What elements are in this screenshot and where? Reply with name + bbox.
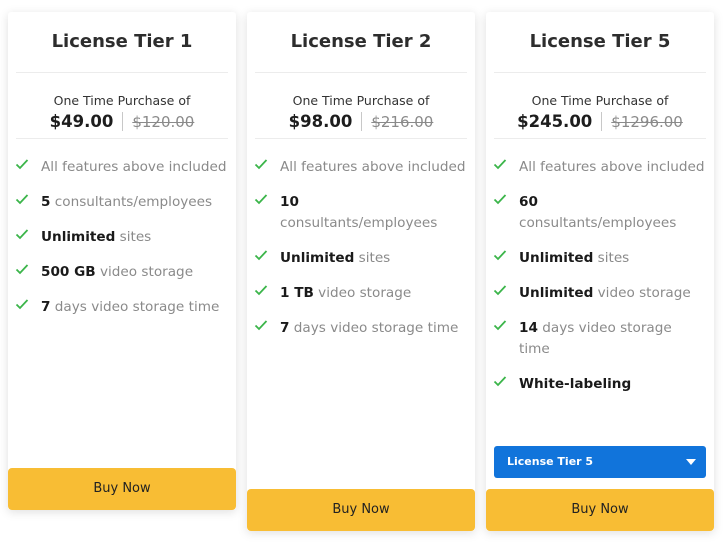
check-icon — [254, 157, 268, 171]
check-icon — [493, 374, 507, 388]
check-icon — [493, 157, 507, 171]
price-original: $216.00 — [371, 113, 434, 131]
price-block: One Time Purchase of $49.00 $120.00 — [16, 73, 228, 139]
price-row: $98.00 $216.00 — [255, 111, 467, 133]
buy-now-button[interactable]: Buy Now — [247, 489, 475, 531]
feature-strong: White-labeling — [519, 376, 632, 392]
buy-now-button[interactable]: Buy Now — [8, 468, 236, 510]
caret-down-icon — [686, 459, 696, 465]
feature-item: Unlimited sites — [8, 227, 236, 248]
tier-select-value: License Tier 5 — [507, 455, 594, 468]
pricing-card-tier-1: License Tier 1 One Time Purchase of $49.… — [8, 12, 236, 510]
feature-text: video storage — [313, 285, 412, 301]
feature-list: All features above included 60 consultan… — [486, 139, 714, 395]
feature-strong: Unlimited — [41, 229, 116, 245]
price-row: $245.00 $1296.00 — [494, 111, 706, 133]
check-icon — [15, 157, 29, 171]
feature-item: 500 GB video storage — [8, 262, 236, 283]
feature-strong: Unlimited — [519, 250, 594, 266]
pricing-card-tier-2: License Tier 2 One Time Purchase of $98.… — [247, 12, 475, 531]
feature-item: All features above included — [8, 157, 236, 178]
feature-text: days video storage time — [289, 320, 459, 336]
check-icon — [15, 192, 29, 206]
feature-item: 7 days video storage time — [247, 318, 475, 339]
feature-item: All features above included — [247, 157, 475, 178]
feature-item: 60 consultants/employees — [486, 192, 714, 234]
buy-now-button[interactable]: Buy Now — [486, 489, 714, 531]
check-icon — [493, 318, 507, 332]
feature-item: Unlimited sites — [486, 248, 714, 269]
feature-text: days video storage time — [50, 299, 220, 315]
card-title: License Tier 2 — [255, 12, 467, 73]
feature-item: 1 TB video storage — [247, 283, 475, 304]
price-label: One Time Purchase of — [292, 93, 430, 108]
feature-strong: 60 — [519, 194, 538, 210]
feature-text: consultants/employees — [519, 215, 677, 231]
price-label: One Time Purchase of — [531, 93, 669, 108]
feature-list: All features above included 10 consultan… — [247, 139, 475, 339]
feature-item: 10 consultants/employees — [247, 192, 475, 234]
feature-text: sites — [354, 250, 391, 266]
feature-strong: 14 — [519, 320, 538, 336]
card-title: License Tier 5 — [494, 12, 706, 73]
feature-text: sites — [593, 250, 630, 266]
check-icon — [254, 192, 268, 206]
check-icon — [254, 283, 268, 297]
check-icon — [254, 248, 268, 262]
feature-item: 5 consultants/employees — [8, 192, 236, 213]
price-original: $1296.00 — [611, 113, 683, 131]
feature-text: All features above included — [519, 159, 705, 175]
price-block: One Time Purchase of $245.00 $1296.00 — [494, 73, 706, 139]
check-icon — [15, 262, 29, 276]
feature-strong: 1 TB — [280, 285, 314, 301]
pricing-card-tier-5: License Tier 5 One Time Purchase of $245… — [486, 12, 714, 531]
price-original: $120.00 — [132, 113, 195, 131]
price-current: $49.00 — [49, 112, 124, 131]
check-icon — [493, 192, 507, 206]
feature-text: video storage — [95, 264, 194, 280]
feature-item: Unlimited video storage — [486, 283, 714, 304]
feature-strong: Unlimited — [519, 285, 594, 301]
price-current: $98.00 — [288, 112, 363, 131]
feature-item: 7 days video storage time — [8, 297, 236, 318]
feature-text: All features above included — [41, 159, 227, 175]
feature-text: consultants/employees — [50, 194, 213, 210]
feature-text: sites — [115, 229, 152, 245]
price-row: $49.00 $120.00 — [16, 111, 228, 133]
feature-strong: 500 GB — [41, 264, 96, 280]
feature-strong: 10 — [280, 194, 299, 210]
feature-list: All features above included 5 consultant… — [8, 139, 236, 318]
check-icon — [254, 318, 268, 332]
check-icon — [493, 283, 507, 297]
feature-item: White-labeling — [486, 374, 714, 395]
price-label: One Time Purchase of — [53, 93, 191, 108]
price-block: One Time Purchase of $98.00 $216.00 — [255, 73, 467, 139]
check-icon — [493, 248, 507, 262]
feature-item: 14 days video storage time — [486, 318, 714, 360]
feature-text: consultants/employees — [280, 215, 438, 231]
card-title: License Tier 1 — [16, 12, 228, 73]
feature-item: Unlimited sites — [247, 248, 475, 269]
check-icon — [15, 227, 29, 241]
license-tier-select[interactable]: License Tier 5 — [494, 446, 706, 478]
feature-strong: Unlimited — [280, 250, 355, 266]
feature-text: days video storage time — [519, 320, 672, 357]
price-current: $245.00 — [517, 112, 603, 131]
check-icon — [15, 297, 29, 311]
feature-text: video storage — [593, 285, 691, 301]
feature-item: All features above included — [486, 157, 714, 178]
feature-text: All features above included — [280, 159, 466, 175]
